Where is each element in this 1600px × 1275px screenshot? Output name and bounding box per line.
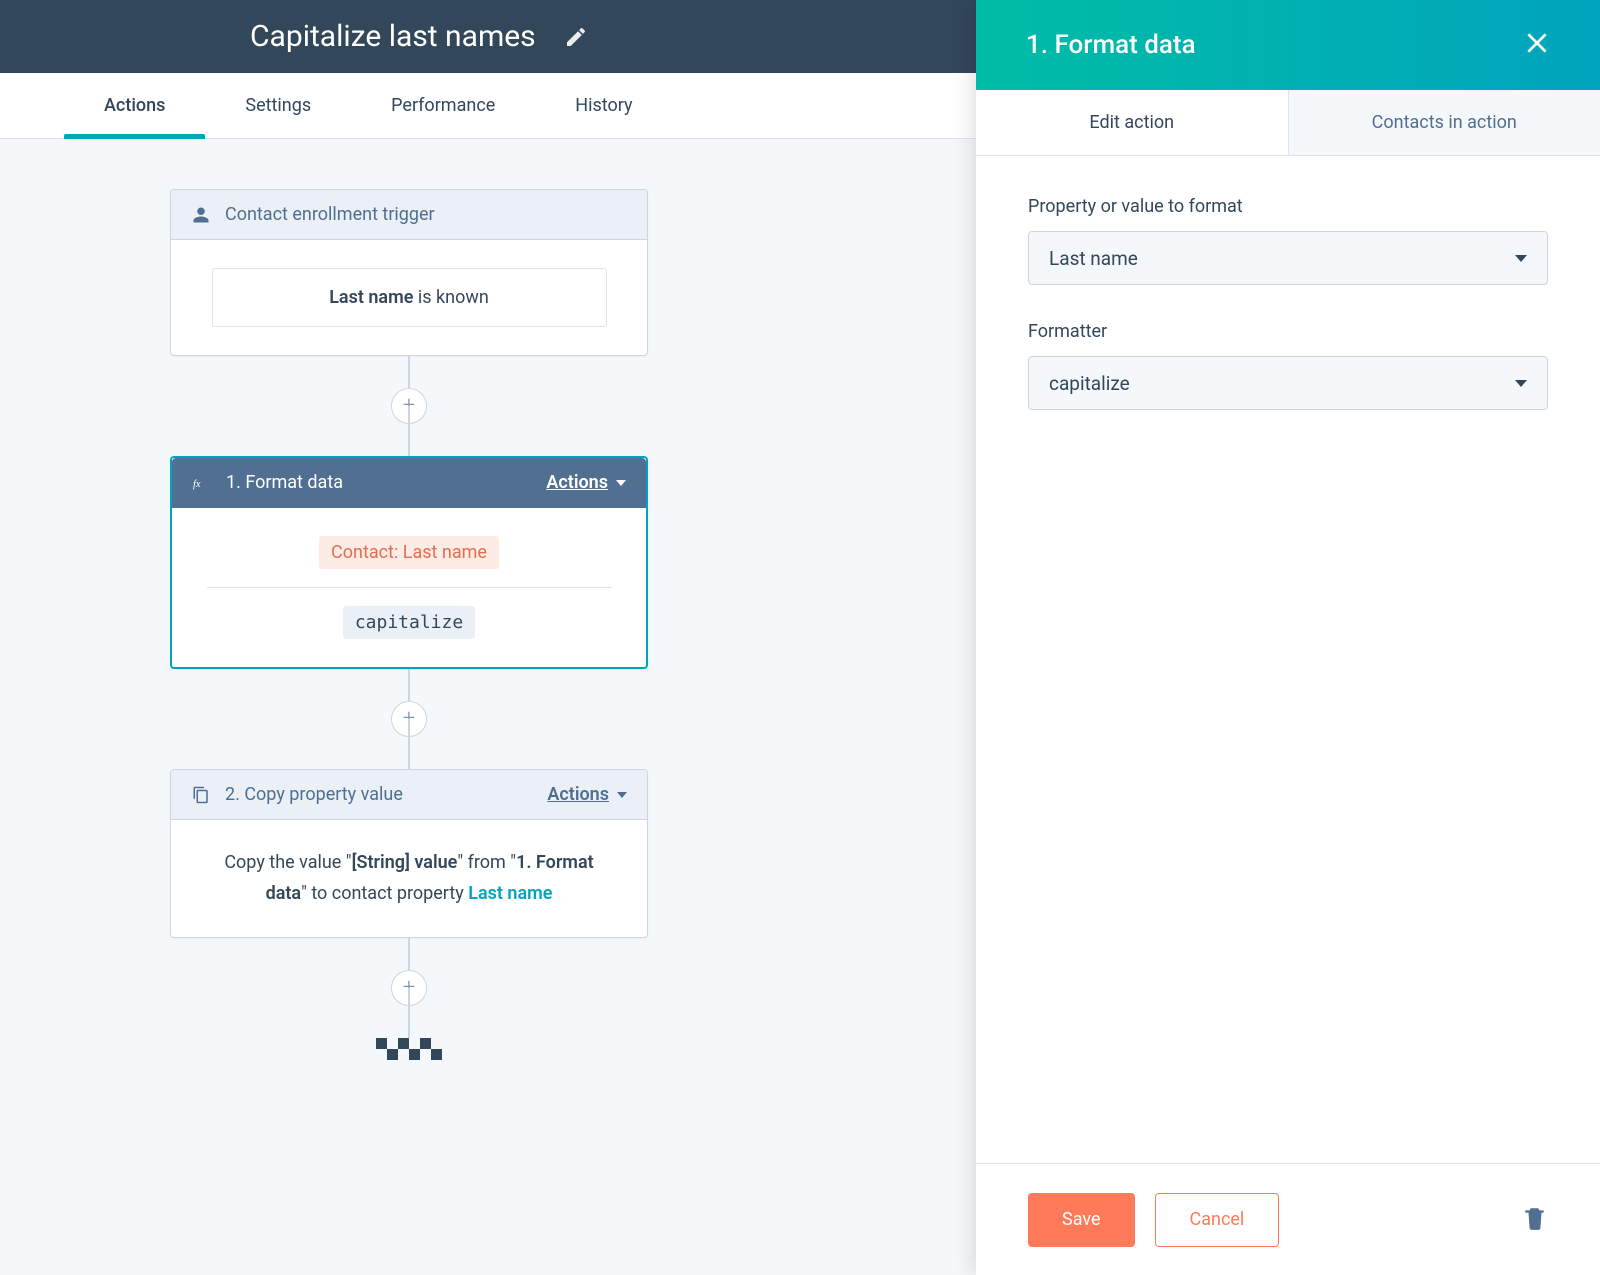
property-select[interactable]: Last name xyxy=(1028,231,1548,285)
panel-header: 1. Format data xyxy=(976,0,1600,90)
copy-property-title: 2. Copy property value xyxy=(225,784,403,805)
connector-3: + xyxy=(170,938,648,1038)
chevron-down-icon xyxy=(616,480,626,486)
copy-target-property: Last name xyxy=(468,883,552,904)
chevron-down-icon xyxy=(1515,380,1527,387)
trigger-property: Last name xyxy=(329,287,413,308)
svg-text:fx: fx xyxy=(193,478,201,489)
panel-tabs: Edit action Contacts in action xyxy=(976,90,1600,156)
tab-settings[interactable]: Settings xyxy=(205,73,351,138)
format-data-card[interactable]: fx 1. Format data Actions Contact: Last … xyxy=(170,456,648,669)
chevron-down-icon xyxy=(1515,255,1527,262)
workflow-title: Capitalize last names xyxy=(250,19,536,54)
property-select-label: Property or value to format xyxy=(1028,196,1548,217)
trigger-title: Contact enrollment trigger xyxy=(225,204,435,225)
actions-label: Actions xyxy=(547,784,609,805)
trigger-card[interactable]: Contact enrollment trigger Last name is … xyxy=(170,189,648,356)
panel-title: 1. Format data xyxy=(1026,30,1196,60)
formatter-code: capitalize xyxy=(343,606,475,639)
copy-property-header: 2. Copy property value Actions xyxy=(171,770,647,820)
actions-label: Actions xyxy=(546,472,608,493)
panel-body: Property or value to format Last name Fo… xyxy=(976,156,1600,1163)
finish-flag-icon xyxy=(376,1038,442,1070)
property-token: Contact: Last name xyxy=(319,536,499,569)
tab-actions[interactable]: Actions xyxy=(64,73,205,138)
panel-tab-contacts-in-action[interactable]: Contacts in action xyxy=(1288,90,1600,155)
divider xyxy=(207,587,612,588)
panel-tab-edit-action[interactable]: Edit action xyxy=(976,90,1288,155)
formatter-select[interactable]: capitalize xyxy=(1028,356,1548,410)
formatter-select-label: Formatter xyxy=(1028,321,1548,342)
copy-value-name: [String] value xyxy=(352,852,458,873)
format-data-actions-menu[interactable]: Actions xyxy=(546,472,626,493)
trigger-condition[interactable]: Last name is known xyxy=(212,268,607,327)
copy-property-card[interactable]: 2. Copy property value Actions Copy the … xyxy=(170,769,648,938)
delete-button[interactable] xyxy=(1522,1204,1548,1236)
copy-property-actions-menu[interactable]: Actions xyxy=(547,784,627,805)
close-panel-button[interactable] xyxy=(1524,30,1550,60)
property-select-value: Last name xyxy=(1049,247,1138,270)
person-icon xyxy=(191,205,211,225)
trigger-header: Contact enrollment trigger xyxy=(171,190,647,240)
cancel-button[interactable]: Cancel xyxy=(1155,1193,1280,1247)
connector-1: + xyxy=(170,356,648,456)
format-data-title: 1. Format data xyxy=(226,472,343,493)
copy-text-pre: Copy the value " xyxy=(224,852,351,873)
tab-history[interactable]: History xyxy=(535,73,672,138)
fx-icon: fx xyxy=(192,473,212,493)
copy-property-body: Copy the value "[String] value" from "1.… xyxy=(171,820,647,937)
trigger-suffix: is known xyxy=(413,287,488,308)
copy-text-mid2: " to contact property xyxy=(301,883,468,904)
formatter-select-value: capitalize xyxy=(1049,372,1130,395)
edit-title-icon[interactable] xyxy=(564,25,588,49)
copy-text-mid: " from " xyxy=(457,852,516,873)
connector-2: + xyxy=(170,669,648,769)
chevron-down-icon xyxy=(617,792,627,798)
panel-footer: Save Cancel xyxy=(976,1163,1600,1275)
save-button[interactable]: Save xyxy=(1028,1193,1135,1247)
tab-performance[interactable]: Performance xyxy=(351,73,535,138)
format-data-header: fx 1. Format data Actions xyxy=(172,458,646,508)
side-panel: 1. Format data Edit action Contacts in a… xyxy=(976,0,1600,1275)
copy-icon xyxy=(191,785,211,805)
